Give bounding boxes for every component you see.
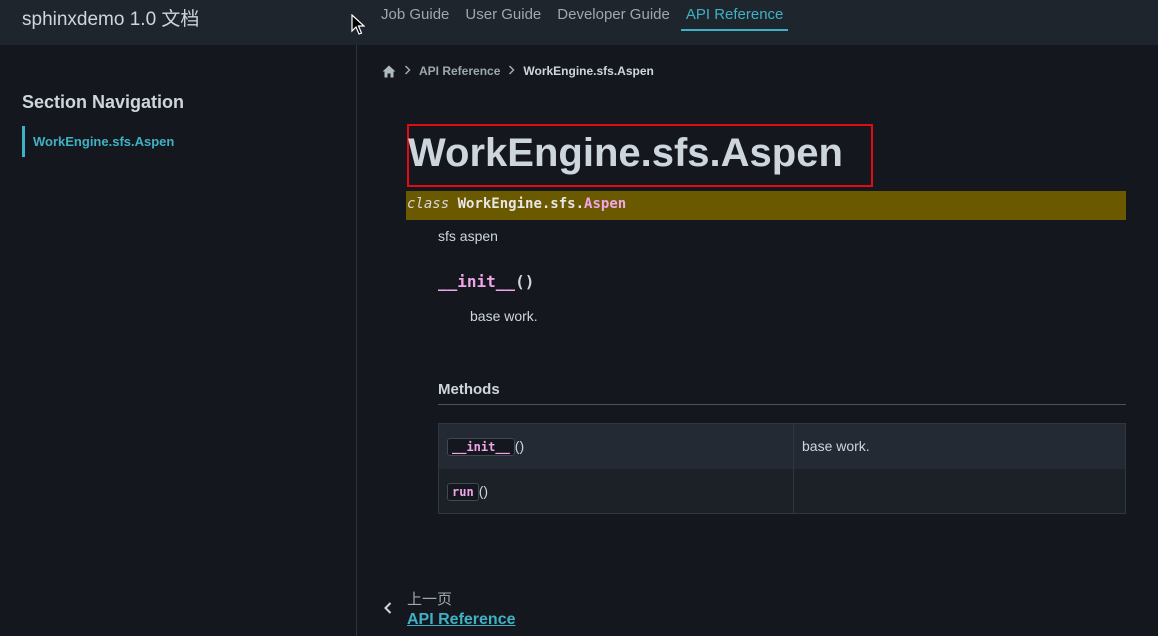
- sidebar-item-workengine-sfs-aspen[interactable]: WorkEngine.sfs.Aspen: [22, 126, 174, 157]
- mouse-cursor-icon: [351, 14, 365, 35]
- table-cell-description: base work.: [793, 423, 1126, 469]
- table-row: __init__() base work.: [438, 423, 1126, 469]
- method-link-init[interactable]: __init__: [447, 438, 515, 457]
- prev-page-label: 上一页: [407, 591, 453, 608]
- main-nav: Job Guide User Guide Developer Guide API…: [381, 0, 804, 31]
- method-link-run[interactable]: run: [447, 482, 479, 501]
- nav-job-guide[interactable]: Job Guide: [381, 0, 449, 31]
- table-cell-method: run(): [438, 468, 794, 514]
- method-parens: (): [514, 438, 525, 455]
- chevron-left-icon: [384, 602, 392, 614]
- home-icon[interactable]: [382, 65, 396, 78]
- table-row: run(): [438, 468, 1126, 514]
- init-method-description: base work.: [470, 308, 538, 324]
- section-navigation-title: Section Navigation: [22, 92, 185, 112]
- site-brand[interactable]: sphinxdemo 1.0 文档: [22, 4, 199, 31]
- page-title-text: WorkEngine.sfs.Aspen: [408, 131, 843, 175]
- nav-developer-guide[interactable]: Developer Guide: [557, 0, 670, 31]
- nav-api-reference[interactable]: API Reference: [680, 0, 789, 31]
- breadcrumb-current: WorkEngine.sfs.Aspen: [523, 64, 654, 78]
- top-navbar: sphinxdemo 1.0 文档 Job Guide User Guide D…: [0, 0, 1158, 45]
- chevron-right-icon: [404, 64, 411, 78]
- breadcrumb-api-reference[interactable]: API Reference: [419, 64, 500, 78]
- init-method-parens: (): [515, 272, 535, 291]
- class-signature: class WorkEngine.sfs.Aspen: [406, 191, 1126, 220]
- nav-user-guide[interactable]: User Guide: [465, 0, 541, 31]
- init-method-signature: __init__(): [438, 272, 534, 291]
- chevron-right-icon: [508, 64, 515, 78]
- class-keyword: class: [407, 196, 450, 212]
- class-module-path: WorkEngine.sfs.: [457, 196, 585, 212]
- prev-page-link[interactable]: API Reference: [407, 611, 516, 629]
- breadcrumb: API Reference WorkEngine.sfs.Aspen: [382, 64, 654, 78]
- page-title: WorkEngine.sfs.Aspen: [407, 124, 873, 187]
- methods-table: __init__() base work. run(): [438, 423, 1126, 514]
- sidebar: Section Navigation WorkEngine.sfs.Aspen: [0, 45, 357, 636]
- class-description: sfs aspen: [438, 228, 498, 244]
- table-cell-description: [793, 468, 1126, 514]
- method-parens: (): [478, 482, 489, 499]
- methods-heading: Methods: [438, 381, 1126, 405]
- class-name: Aspen: [584, 196, 627, 212]
- init-method-name: __init__: [438, 272, 516, 291]
- table-cell-method: __init__(): [438, 423, 794, 469]
